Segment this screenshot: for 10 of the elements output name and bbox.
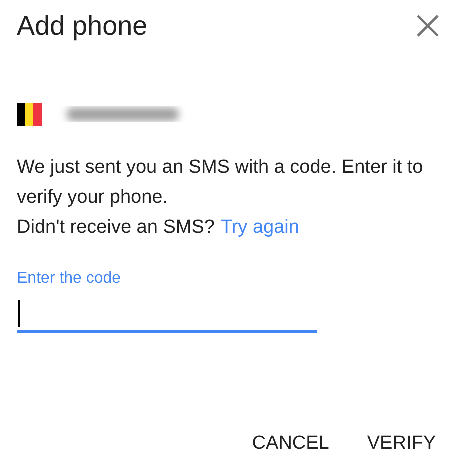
field-label: Enter the code — [17, 269, 122, 289]
text-caret — [18, 300, 20, 327]
dialog-title: Add phone — [17, 10, 148, 43]
verify-button[interactable]: VERIFY — [367, 432, 436, 456]
cancel-button[interactable]: CANCEL — [252, 432, 330, 456]
flag-icon — [17, 102, 42, 126]
try-again-link[interactable]: Try again — [220, 213, 300, 243]
instruction-text: We just sent you an SMS with a code. Enter it to verify your phone. — [17, 156, 424, 210]
code-input-field[interactable] — [17, 297, 317, 333]
resend-prompt: Didn't receive an SMS? — [17, 216, 215, 240]
